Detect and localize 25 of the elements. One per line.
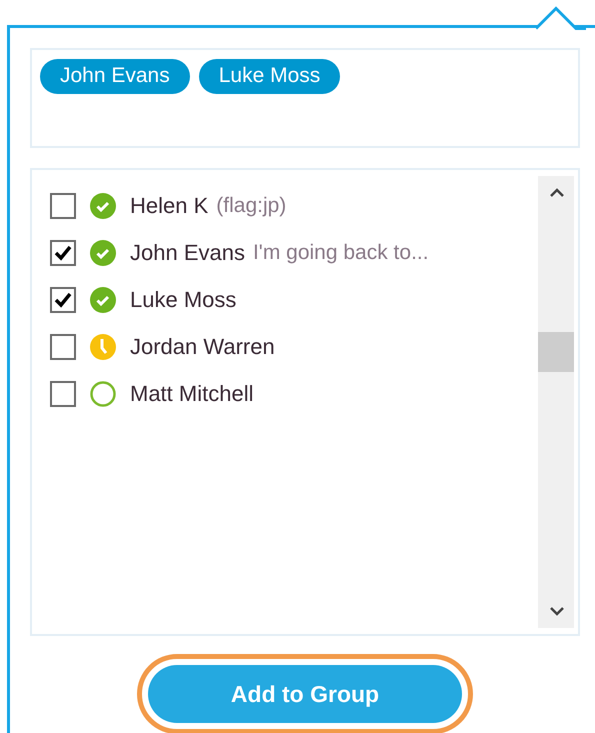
scroll-down-icon[interactable] (549, 606, 565, 616)
recipient-tag[interactable]: John Evans (40, 59, 190, 94)
available-status-icon (90, 286, 116, 312)
checkbox[interactable] (50, 240, 76, 266)
contact-name: Jordan Warren (130, 334, 275, 360)
offline-status-icon (90, 380, 116, 406)
checkbox[interactable] (50, 380, 76, 406)
scroll-thumb[interactable] (538, 332, 574, 372)
scroll-up-icon[interactable] (549, 188, 565, 198)
checkbox[interactable] (50, 286, 76, 312)
clock-status-icon (90, 334, 116, 360)
scrollbar[interactable] (538, 176, 574, 628)
checkbox[interactable] (50, 192, 76, 218)
available-status-icon (90, 240, 116, 266)
contact-name: Luke Moss (130, 286, 236, 312)
contact-name: Helen K (130, 192, 208, 218)
recipient-tag[interactable]: Luke Moss (198, 59, 340, 94)
contact-note: I'm going back to... (252, 240, 429, 264)
contact-name: Matt Mitchell (130, 380, 254, 406)
contact-name: John Evans (130, 240, 245, 266)
available-status-icon (90, 192, 116, 218)
recipients-field[interactable]: John Evans Luke Moss (30, 48, 580, 148)
contact-note: (flag:jp) (216, 194, 286, 218)
add-to-group-button[interactable]: Add to Group (148, 665, 462, 723)
checkbox[interactable] (50, 334, 76, 360)
